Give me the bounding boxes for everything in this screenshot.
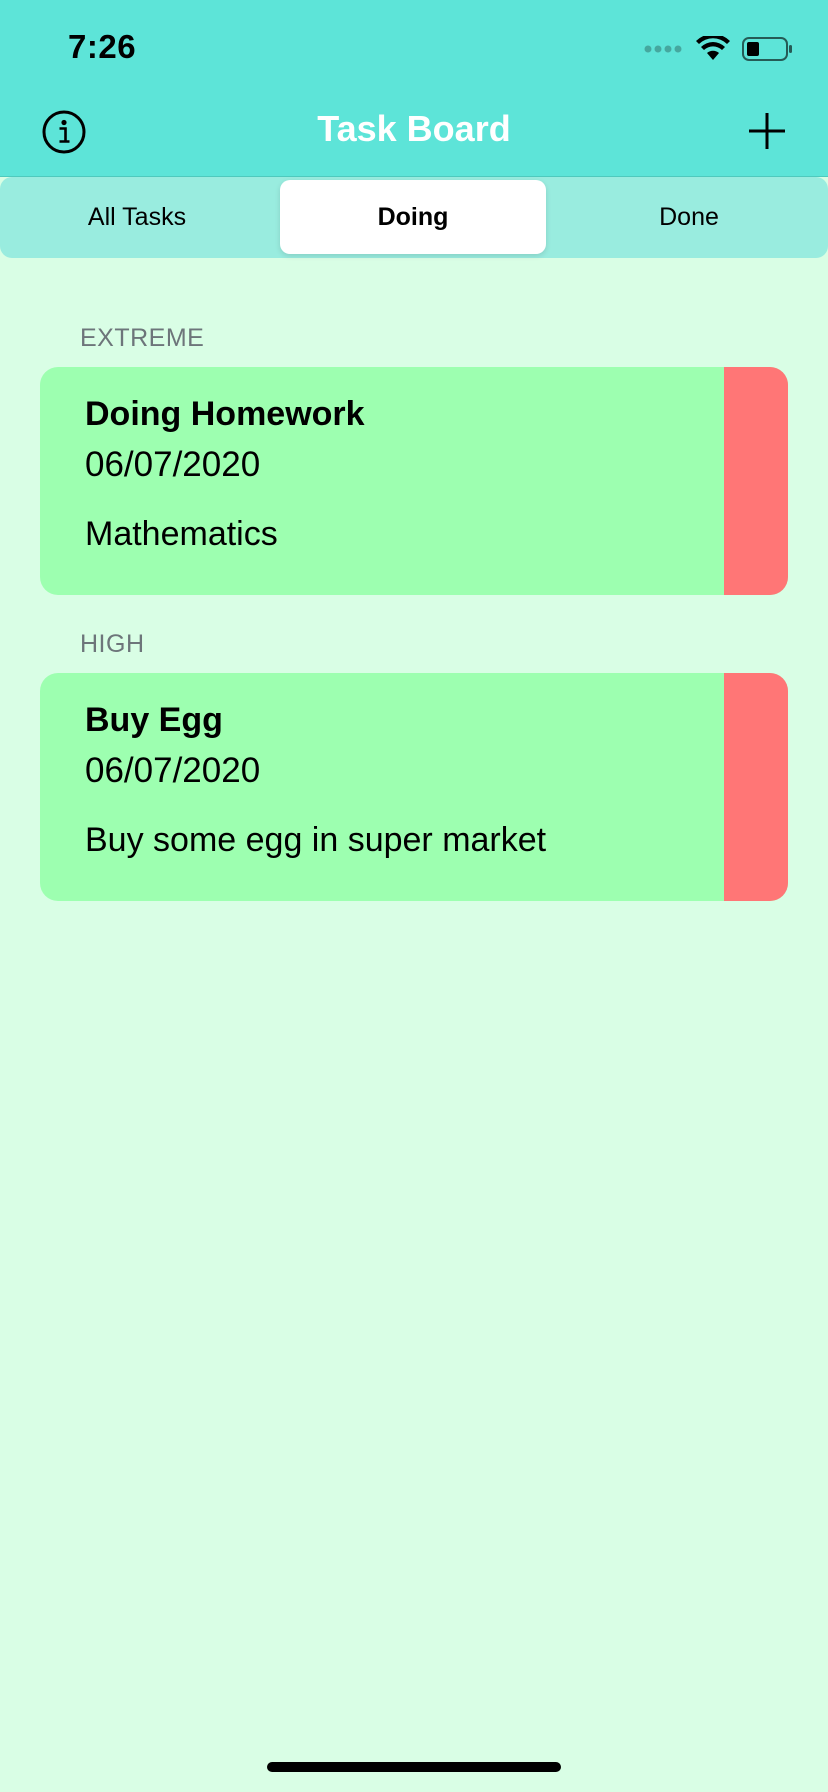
task-date: 06/07/2020 [85,751,261,790]
section-header-high: HIGH [80,630,145,658]
plus-icon [749,113,785,149]
segmented-control: All Tasks Doing Done [0,177,828,258]
task-description: Mathematics [85,515,278,553]
task-card[interactable]: Doing Homework 06/07/2020 Mathematics [40,367,788,595]
signal-dots-icon [644,45,682,53]
priority-stripe [724,367,788,595]
nav-header: 7:26 Task Board [0,0,828,177]
add-task-button[interactable] [746,110,788,152]
battery-icon [742,37,792,61]
task-title: Doing Homework [85,395,365,433]
priority-stripe [724,673,788,901]
page-title: Task Board [317,108,511,149]
tab-doing[interactable]: Doing [280,180,546,254]
status-icons [644,36,794,62]
tab-all-tasks[interactable]: All Tasks [4,180,270,254]
task-title: Buy Egg [85,701,223,739]
task-date: 06/07/2020 [85,445,261,484]
tab-done[interactable]: Done [556,180,822,254]
task-card[interactable]: Buy Egg 06/07/2020 Buy some egg in super… [40,673,788,901]
task-description: Buy some egg in super market [85,821,547,859]
section-header-extreme: EXTREME [80,324,205,352]
wifi-icon [696,36,730,60]
home-indicator [267,1762,561,1772]
status-time: 7:26 [68,28,137,65]
